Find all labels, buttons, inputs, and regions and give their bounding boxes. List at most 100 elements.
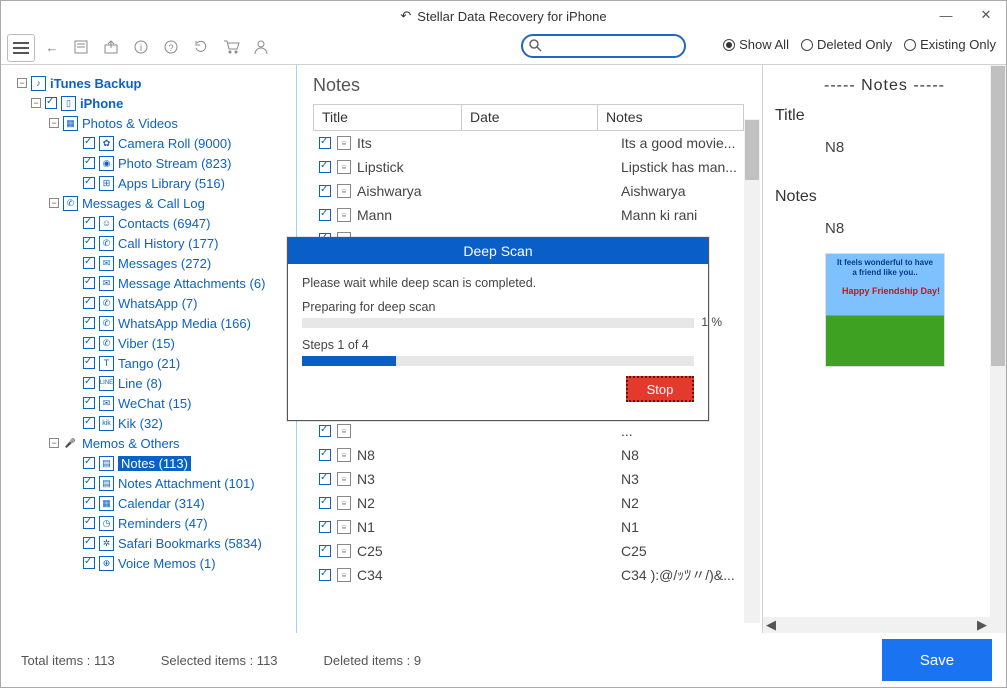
tree-item-viber[interactable]: ✆Viber (15) xyxy=(9,333,292,353)
checkbox-icon[interactable] xyxy=(83,397,95,409)
row-checkbox[interactable] xyxy=(319,497,331,509)
table-scrollbar[interactable] xyxy=(744,119,760,623)
collapse-icon[interactable]: − xyxy=(17,78,27,88)
checkbox-icon[interactable] xyxy=(83,177,95,189)
checkbox-icon[interactable] xyxy=(83,517,95,529)
row-checkbox[interactable] xyxy=(319,161,331,173)
checkbox-icon[interactable] xyxy=(83,377,95,389)
scroll-left-icon[interactable]: ◀ xyxy=(763,617,779,633)
preview-scrollbar-v[interactable] xyxy=(990,65,1006,633)
row-checkbox[interactable] xyxy=(319,137,331,149)
close-button[interactable]: ✕ xyxy=(966,1,1006,29)
row-checkbox[interactable] xyxy=(319,545,331,557)
tree-group-messages[interactable]: −✆Messages & Call Log xyxy=(9,193,292,213)
table-row[interactable]: ≡LipstickLipstick has man... xyxy=(313,155,744,179)
checkbox-icon[interactable] xyxy=(83,337,95,349)
row-checkbox[interactable] xyxy=(319,185,331,197)
tree-item-kik[interactable]: kikKik (32) xyxy=(9,413,292,433)
attachment-icon: ✉ xyxy=(99,276,114,291)
tree-group-memos[interactable]: −🎤Memos & Others xyxy=(9,433,292,453)
row-checkbox[interactable] xyxy=(319,473,331,485)
table-row[interactable]: ≡AishwaryaAishwarya xyxy=(313,179,744,203)
tree-item-calendar[interactable]: ▦Calendar (314) xyxy=(9,493,292,513)
tree-item-tango[interactable]: TTango (21) xyxy=(9,353,292,373)
help-icon[interactable]: ? xyxy=(163,39,181,57)
refresh-icon[interactable] xyxy=(193,39,211,57)
checkbox-icon[interactable] xyxy=(45,97,57,109)
table-row[interactable]: ≡N8N8 xyxy=(313,443,744,467)
tree-item-call-history[interactable]: ✆Call History (177) xyxy=(9,233,292,253)
table-row[interactable]: ≡C34C34 ):@/ｯﾂ〃/)&... xyxy=(313,563,744,587)
checkbox-icon[interactable] xyxy=(83,357,95,369)
menu-button[interactable] xyxy=(7,34,35,62)
back-icon[interactable]: ← xyxy=(43,39,61,57)
col-title[interactable]: Title xyxy=(314,105,462,130)
filter-deleted-only[interactable]: Deleted Only xyxy=(801,37,892,52)
checkbox-icon[interactable] xyxy=(83,257,95,269)
user-icon[interactable] xyxy=(253,39,271,57)
checkbox-icon[interactable] xyxy=(83,417,95,429)
collapse-icon[interactable]: − xyxy=(31,98,41,108)
tree-root[interactable]: −♪iTunes Backup xyxy=(9,73,292,93)
checkbox-icon[interactable] xyxy=(83,237,95,249)
checkbox-icon[interactable] xyxy=(83,157,95,169)
cart-icon[interactable] xyxy=(223,39,241,57)
row-checkbox[interactable] xyxy=(319,209,331,221)
tree-device[interactable]: −▯iPhone xyxy=(9,93,292,113)
tree-item-contacts[interactable]: ☺Contacts (6947) xyxy=(9,213,292,233)
tree-item-notes-attachment[interactable]: ▤Notes Attachment (101) xyxy=(9,473,292,493)
tree-item-line[interactable]: LINELine (8) xyxy=(9,373,292,393)
filter-show-all[interactable]: Show All xyxy=(723,37,789,52)
tree-group-photos[interactable]: −▦Photos & Videos xyxy=(9,113,292,133)
scroll-right-icon[interactable]: ▶ xyxy=(974,617,990,633)
tree-item-whatsapp-media[interactable]: ✆WhatsApp Media (166) xyxy=(9,313,292,333)
col-date[interactable]: Date xyxy=(462,105,598,130)
tree-item-whatsapp[interactable]: ✆WhatsApp (7) xyxy=(9,293,292,313)
checkbox-icon[interactable] xyxy=(83,477,95,489)
tree-item-message-attachments[interactable]: ✉Message Attachments (6) xyxy=(9,273,292,293)
checkbox-icon[interactable] xyxy=(83,137,95,149)
tree-item-wechat[interactable]: ✉WeChat (15) xyxy=(9,393,292,413)
filter-existing-only[interactable]: Existing Only xyxy=(904,37,996,52)
search-input[interactable] xyxy=(521,34,686,58)
tree-item-voice-memos[interactable]: ⊕Voice Memos (1) xyxy=(9,553,292,573)
export-icon[interactable] xyxy=(103,39,121,57)
checkbox-icon[interactable] xyxy=(83,277,95,289)
table-row[interactable]: ≡N3N3 xyxy=(313,467,744,491)
checkbox-icon[interactable] xyxy=(83,457,95,469)
col-notes[interactable]: Notes xyxy=(598,105,744,130)
checkbox-icon[interactable] xyxy=(83,297,95,309)
preview-scrollbar-h[interactable]: ◀▶ xyxy=(763,617,990,633)
table-row[interactable]: ≡ItsIts a good movie... xyxy=(313,131,744,155)
checkbox-icon[interactable] xyxy=(83,557,95,569)
row-checkbox[interactable] xyxy=(319,521,331,533)
tree-item-camera-roll[interactable]: ✿Camera Roll (9000) xyxy=(9,133,292,153)
row-checkbox[interactable] xyxy=(319,425,331,437)
tree-item-reminders[interactable]: ◷Reminders (47) xyxy=(9,513,292,533)
tree-sidebar: −♪iTunes Backup −▯iPhone −▦Photos & Vide… xyxy=(1,65,297,633)
checkbox-icon[interactable] xyxy=(83,217,95,229)
collapse-icon[interactable]: − xyxy=(49,198,59,208)
table-row[interactable]: ≡... xyxy=(313,419,744,443)
minimize-button[interactable]: — xyxy=(926,1,966,29)
checkbox-icon[interactable] xyxy=(83,497,95,509)
row-checkbox[interactable] xyxy=(319,449,331,461)
tree-item-notes[interactable]: ▤Notes (113) xyxy=(9,453,292,473)
tree-item-messages[interactable]: ✉Messages (272) xyxy=(9,253,292,273)
table-row[interactable]: ≡C25C25 xyxy=(313,539,744,563)
stop-button[interactable]: Stop xyxy=(626,376,694,402)
checkbox-icon[interactable] xyxy=(83,537,95,549)
tree-item-photo-stream[interactable]: ◉Photo Stream (823) xyxy=(9,153,292,173)
save-list-icon[interactable] xyxy=(73,39,91,57)
info-icon[interactable]: i xyxy=(133,39,151,57)
table-row[interactable]: ≡N1N1 xyxy=(313,515,744,539)
tree-item-safari-bookmarks[interactable]: ✲Safari Bookmarks (5834) xyxy=(9,533,292,553)
row-checkbox[interactable] xyxy=(319,569,331,581)
table-row[interactable]: ≡N2N2 xyxy=(313,491,744,515)
collapse-icon[interactable]: − xyxy=(49,438,59,448)
collapse-icon[interactable]: − xyxy=(49,118,59,128)
checkbox-icon[interactable] xyxy=(83,317,95,329)
tree-item-apps-library[interactable]: ⊞Apps Library (516) xyxy=(9,173,292,193)
table-row[interactable]: ≡MannMann ki rani xyxy=(313,203,744,227)
save-button[interactable]: Save xyxy=(882,639,992,681)
